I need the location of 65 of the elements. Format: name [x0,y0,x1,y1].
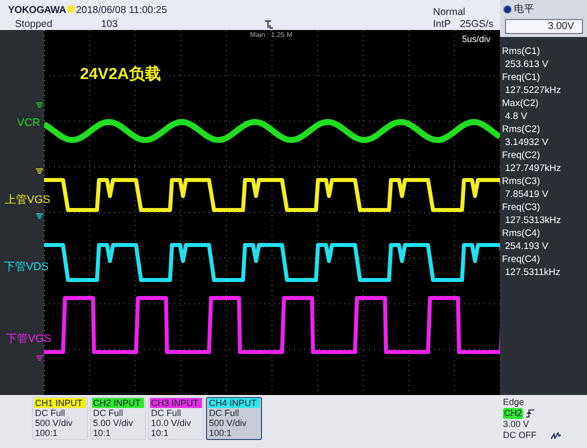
measurement-value: 127.7497kHz [504,162,562,175]
channel-scale: 5.00 V/div [92,418,134,428]
channel-card[interactable]: CH2 INPUT DC Full 5.00 V/div 10:1 [90,397,146,440]
measurement-name: Rms(C4) [502,227,541,240]
timebase: 5us/div [462,33,491,46]
measurement-name: Rms(C3) [502,175,541,188]
trigger-level: 3.00 V [503,419,530,430]
channel-probe: 10:1 [150,428,170,438]
measurement-value: 254.193 V [504,240,550,253]
channel-scale: 500 V/div [34,418,74,428]
trace-label: VCR [17,116,40,131]
measurement-value: 127.5227kHz [504,84,562,97]
channel-title: CH2 INPUT [92,398,144,408]
ground-marker-icon [36,355,43,361]
ground-marker-icon [36,168,43,174]
channel-coupling: DC Full [34,408,66,418]
channel-scale: 500 V/div [208,418,248,428]
measurement-value: 127.5313kHz [504,214,562,227]
level-label: 电平 [514,2,534,17]
trigger-mode: Normal [433,6,466,20]
measurement-name: Freq(C3) [502,201,542,214]
measurement-name: Freq(C4) [502,253,542,266]
channel-title: CH1 INPUT [34,398,86,408]
measurement-name: Rms(C1) [502,45,541,58]
measurement-value: 3.14932 V [504,136,550,149]
channel-probe: 100:1 [208,428,233,438]
sample-rate: 25GS/s [460,18,494,32]
channel-card[interactable]: CH1 INPUT DC Full 500 V/div 100:1 [32,397,88,440]
measurement-value: 127.5311kHz [504,266,562,279]
trigger-type: Edge [503,397,526,408]
acquisition-count: 103 [101,18,118,32]
run-status: Stopped [15,18,52,32]
trace-label: 下管VDS [4,260,49,275]
annotation: 24V2A负载 [80,64,161,85]
ground-marker-icon [36,213,43,219]
channel-card[interactable]: CH4 INPUT DC Full 500 V/div 100:1 [206,397,262,440]
channel-card[interactable]: CH3 INPUT DC Full 10.0 V/div 10:1 [148,397,204,440]
date-time: 2018/06/08 11:00:25 [76,4,168,18]
channel-coupling: DC Full [92,408,124,418]
trigger-filter: DC OFF [503,430,536,441]
rising-edge-icon [526,409,534,418]
knob-icon [503,5,512,14]
channel-probe: 100:1 [34,428,59,438]
measurement-name: Freq(C2) [502,149,542,162]
trigger-source: CH2 [503,408,524,419]
measurement-name: Max(C2) [502,97,540,110]
channel-title: CH3 INPUT [150,398,202,408]
measurement-value: 253.613 V [504,58,550,71]
sampling-mode: IntP [433,18,451,32]
measurement-name: Freq(C1) [502,71,542,84]
measurement-value: 7.85419 V [504,188,550,201]
ground-marker-icon [36,102,43,108]
channel-title: CH4 INPUT [208,398,260,408]
channel-coupling: DC Full [208,408,240,418]
channel-scale: 10.0 V/div [150,418,192,428]
channel-coupling: DC Full [150,408,182,418]
trigger-position-icon [264,20,274,29]
trace-label: 下管VGS [6,332,52,347]
measurement-value: 4.8 V [504,110,528,123]
brand-logo: YOKOGAWA [8,4,66,18]
channel-probe: 10:1 [92,428,112,438]
noise-filter-icon [550,432,560,440]
trace-label: 上管VGS [5,193,50,208]
level-field[interactable]: 3.00V [505,19,583,34]
measurement-name: Rms(C2) [502,123,541,136]
